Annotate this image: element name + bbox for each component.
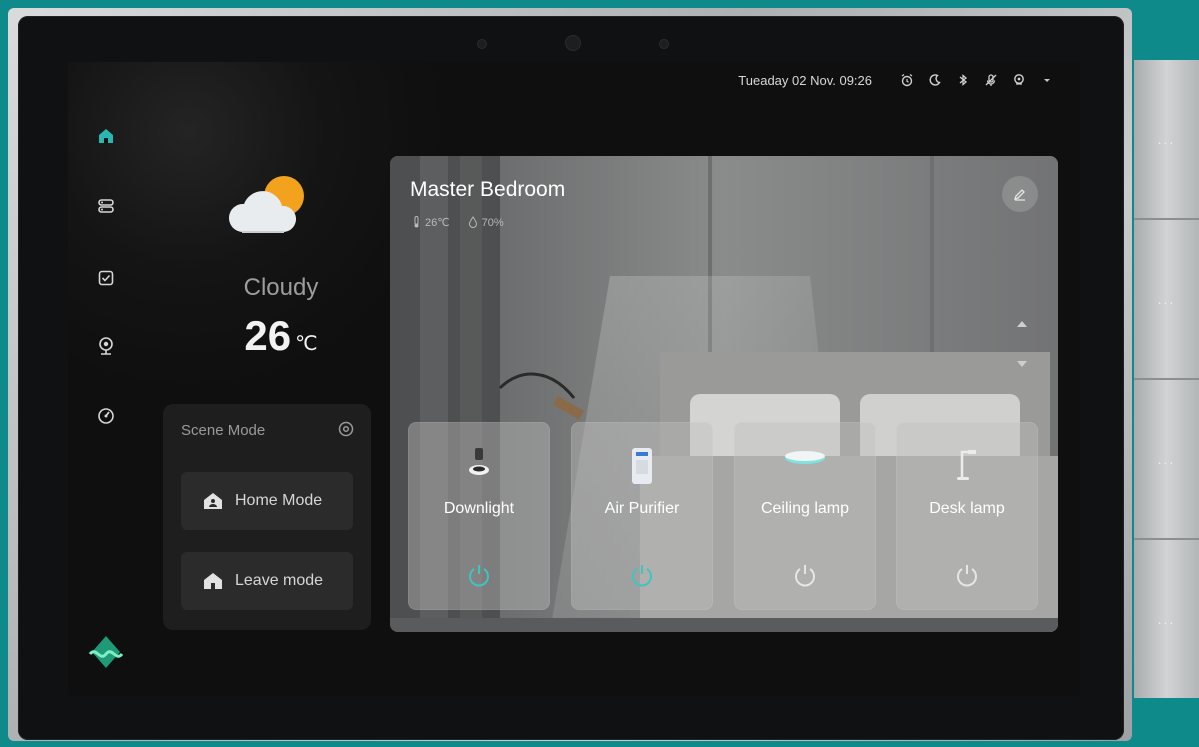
datetime: Tueaday 02 Nov. 09:26 [738,72,872,88]
scene-mode-panel: Scene Mode Home Mode Leave mode [163,404,371,630]
power-button[interactable] [734,562,876,588]
brand-logo-icon [88,636,124,668]
bluetooth-icon[interactable] [956,73,970,87]
moon-icon[interactable] [928,73,942,87]
weather-condition: Cloudy [243,274,319,301]
room-title: Master Bedroom [410,178,566,201]
leave-mode-label: Leave mode [235,572,324,589]
power-button[interactable] [896,562,1038,588]
scroll-up-icon[interactable] [1016,320,1028,328]
room-humidity: 70% [468,216,504,229]
nav-timer[interactable] [94,404,118,428]
devices-icon [98,199,114,213]
device-label: Ceiling lamp [760,500,850,517]
device-label: Air Purifier [604,500,680,517]
home-person-icon [204,493,222,509]
switch-dots: ... [1157,451,1176,467]
room-stats: 26℃ 70% [412,216,504,229]
power-icon [957,565,977,587]
power-button[interactable] [408,562,550,588]
weather-temperature: 26 ℃ [226,312,336,360]
downlight-icon [469,448,489,475]
temperature-value: 26 [244,312,292,359]
camera-icon [99,337,113,355]
device-card-air-purifier[interactable]: Air Purifier [571,422,713,610]
wall-switch-panel: ... ... ... ... [1134,60,1199,698]
status-bar: Tueaday 02 Nov. 09:26 [738,70,1054,90]
scroll-down-icon[interactable] [1016,360,1028,368]
power-icon [632,565,652,587]
wall-switch-2[interactable]: ... [1134,220,1199,380]
cloudy-weather-icon [228,176,304,233]
tasks-icon [98,270,114,286]
sensor-dot [478,40,486,48]
air-purifier-icon [632,448,652,484]
edit-room-button[interactable] [1002,176,1038,212]
thermometer-icon [414,216,419,228]
wall-switch-4[interactable]: ... [1134,540,1199,698]
leave-mode-button[interactable]: Leave mode [181,552,353,610]
room-temperature: 26℃ [412,216,450,229]
home-mode-label: Home Mode [235,492,323,509]
mic-off-icon[interactable] [984,73,998,87]
device-label: Downlight [443,500,515,517]
ceiling-lamp-icon [785,451,825,464]
desk-lamp-icon [957,450,976,480]
temperature-unit: ℃ [295,333,318,355]
wifi-icon[interactable] [1040,73,1054,87]
nav-camera[interactable] [94,334,118,358]
home-icon [204,573,222,589]
power-icon [469,565,489,587]
wall-switch-3[interactable]: ... [1134,380,1199,540]
device-card-desk-lamp[interactable]: Desk lamp [896,422,1038,610]
room-temperature-value: 26℃ [425,217,450,229]
wall-switch-1[interactable]: ... [1134,60,1199,220]
scene-mode-title: Scene Mode [181,422,266,439]
humidity-icon [468,216,477,228]
device-card-downlight[interactable]: Downlight [408,422,550,610]
room-humidity-value: 70% [481,217,504,229]
switch-dots: ... [1157,611,1176,627]
sensor-dot [660,40,668,48]
switch-dots: ... [1157,131,1176,147]
nav-tasks[interactable] [94,266,118,290]
nav-home[interactable] [94,124,118,148]
edit-icon [1013,189,1025,201]
home-mode-button[interactable]: Home Mode [181,472,353,530]
device-icon-wrap [408,446,550,486]
touch-screen: Tueaday 02 Nov. 09:26 Cloudy 26 ℃ Scene … [68,62,1080,696]
device-icon-wrap [734,446,876,486]
timer-icon [98,408,114,424]
power-button[interactable] [571,562,713,588]
device-icon-wrap [896,446,1038,486]
location-icon[interactable] [1012,73,1026,87]
camera-lens [566,36,580,50]
switch-dots: ... [1157,291,1176,307]
nav-devices[interactable] [94,194,118,218]
room-card: Master Bedroom 26℃ 70% Downlight Air Pur… [390,156,1058,632]
alarm-icon[interactable] [900,73,914,87]
power-icon [795,565,815,587]
device-label: Desk lamp [929,500,1005,517]
home-icon [99,129,113,143]
device-icon-wrap [571,446,713,486]
device-card-ceiling-lamp[interactable]: Ceiling lamp [734,422,876,610]
settings-icon[interactable] [337,420,355,438]
